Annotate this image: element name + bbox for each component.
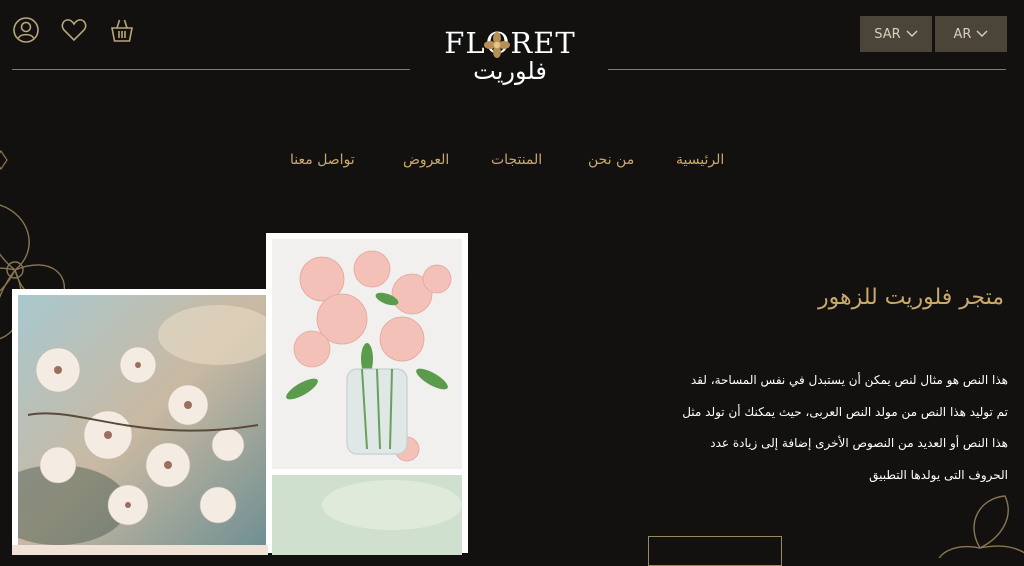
hero-cta-button[interactable]: [648, 536, 782, 566]
user-icon[interactable]: [12, 16, 40, 44]
hero-line: تم توليد هذا النص من مولد النص العربى، ح…: [682, 404, 1008, 419]
photo-frame-blossoms: [12, 289, 274, 553]
peony-vase-photo: [272, 239, 462, 469]
logo-flower-icon: [484, 32, 510, 58]
nav-item-home[interactable]: الرئيسية: [676, 152, 724, 168]
currency-value: SAR: [874, 26, 901, 42]
nav-item-about[interactable]: من نحن: [588, 152, 634, 168]
nav-item-contact[interactable]: تواصل معنا: [290, 152, 355, 168]
photo-frame-peonies: [266, 233, 468, 555]
language-value: AR: [953, 26, 972, 42]
mint-photo: [272, 475, 462, 555]
chevron-down-icon: [906, 30, 918, 37]
language-selector[interactable]: AR: [935, 16, 1007, 52]
currency-selector[interactable]: SAR: [860, 16, 932, 52]
hero-line: الحروف التى يولدها التطبيق: [869, 467, 1008, 482]
hero-line: هذا النص هو مثال لنص يمكن أن يستبدل في ن…: [690, 373, 1008, 387]
photo-frame-bottom-left: [12, 545, 268, 555]
account-icons: [12, 16, 136, 44]
header-divider-right: [608, 69, 1006, 70]
decorative-diamond-left: [0, 150, 8, 170]
header-divider-left: [12, 69, 410, 70]
decorative-flower-outline-bottom-right: [938, 495, 1024, 558]
chevron-down-icon: [976, 30, 988, 37]
logo-text-ar: فلوريت: [473, 57, 547, 85]
heart-icon[interactable]: [60, 16, 88, 44]
nav-item-offers[interactable]: العروض: [403, 152, 449, 168]
nav-item-products[interactable]: المنتجات: [491, 152, 542, 168]
hero-description: هذا النص هو مثال لنص يمكن أن يستبدل في ن…: [640, 365, 1008, 491]
logo-text-en: FLORET: [444, 26, 576, 60]
logo[interactable]: FLORET فلوريت: [440, 28, 580, 88]
basket-icon[interactable]: [108, 16, 136, 44]
hero-line: هذا النص أو العديد من النصوص الأخرى إضاف…: [710, 436, 1008, 450]
cherry-blossom-photo: [18, 295, 268, 545]
hero-title: متجر فلوريت للزهور: [818, 285, 1004, 310]
